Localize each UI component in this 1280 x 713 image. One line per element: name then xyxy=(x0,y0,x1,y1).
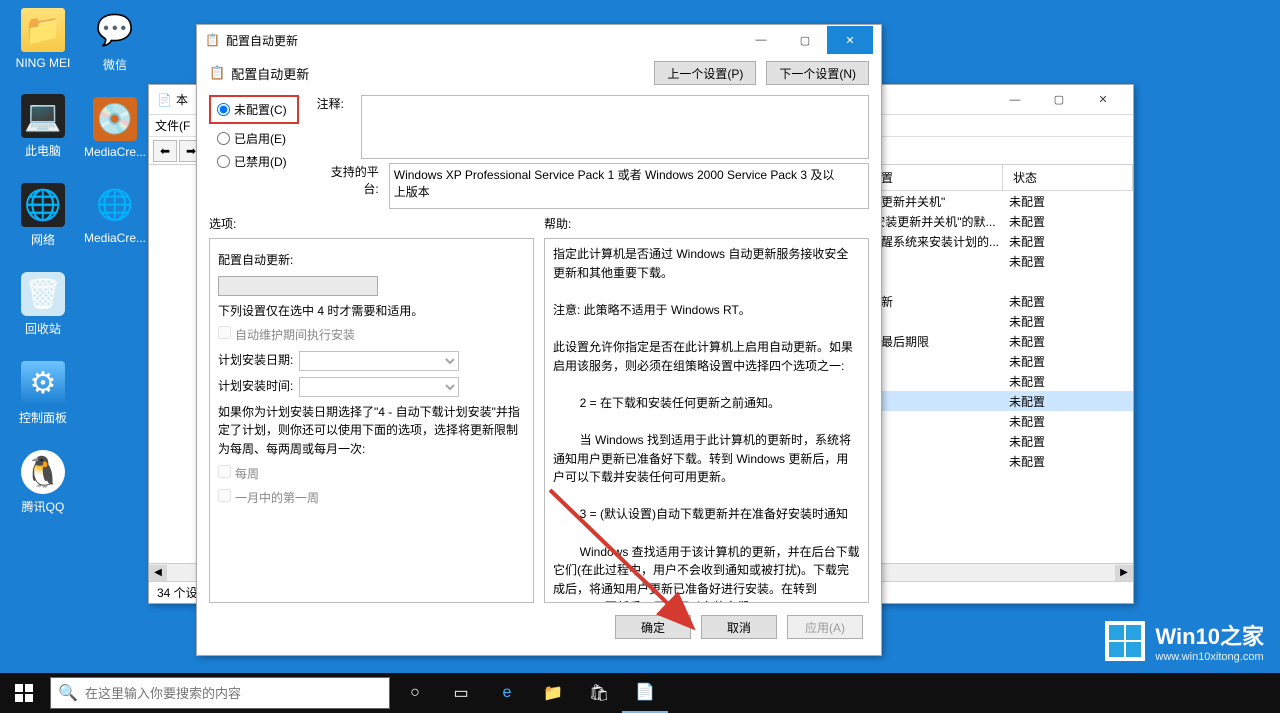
opt-weekly[interactable]: 每周 xyxy=(218,465,525,484)
cortana-button[interactable]: ○ xyxy=(392,673,438,713)
desktop-icon[interactable]: 🐧腾讯QQ xyxy=(8,450,78,515)
list-item[interactable]: 未配置 xyxy=(859,371,1133,391)
start-button[interactable] xyxy=(0,673,48,713)
list-item[interactable]: 未配置 xyxy=(859,351,1133,371)
list-item[interactable]: "安装更新并关机"的默...未配置 xyxy=(859,211,1133,231)
radio-enabled[interactable]: 已启用(E) xyxy=(209,130,299,147)
list-item[interactable]: 未配置 xyxy=(859,391,1133,411)
dialog-maximize[interactable]: ▢ xyxy=(783,26,827,54)
list-item[interactable]: 的最后期限未配置 xyxy=(859,331,1133,351)
opt-paragraph: 如果你为计划安装日期选择了"4 - 自动下载计划安装"并指定了计划，则你还可以使… xyxy=(218,403,525,459)
list-item[interactable]: 未配置 xyxy=(859,411,1133,431)
store-button[interactable]: 🛍 xyxy=(576,673,622,713)
watermark: Win10之家 www.win10xitong.com xyxy=(1105,619,1264,663)
explorer-button[interactable]: 📁 xyxy=(530,673,576,713)
opt-date-select[interactable] xyxy=(299,351,459,371)
dialog-close[interactable]: ✕ xyxy=(827,26,873,54)
platform-text: Windows XP Professional Service Pack 1 或… xyxy=(389,163,869,209)
opt-time-label: 计划安装时间: xyxy=(218,377,293,396)
list-item[interactable]: 更新未配置 xyxy=(859,291,1133,311)
opt-config-label: 配置自动更新: xyxy=(218,251,525,270)
help-pane: 指定此计算机是否通过 Windows 自动更新服务接收安全更新和其他重要下载。 … xyxy=(544,238,869,603)
comment-field[interactable] xyxy=(361,95,869,159)
desktop-icon[interactable]: 🌐MediaCre... xyxy=(80,183,150,245)
cancel-button[interactable]: 取消 xyxy=(701,615,777,639)
policy-icon: 📋 xyxy=(209,65,225,81)
search-box[interactable]: 🔍 xyxy=(50,677,390,709)
comment-label: 注释: xyxy=(317,95,354,112)
desktop-icon[interactable]: 📁NING MEI xyxy=(8,8,78,70)
list-item[interactable]: 未配置 xyxy=(859,431,1133,451)
platform-label: 支持的平台: xyxy=(317,163,379,197)
options-pane: 配置自动更新: 下列设置仅在选中 4 时才需要和适用。 自动维护期间执行安装 计… xyxy=(209,238,534,603)
opt-firstweek[interactable]: 一月中的第一周 xyxy=(218,489,525,508)
radio-not-configured[interactable]: 未配置(C) xyxy=(217,101,287,118)
dialog-titlebar[interactable]: 📋 配置自动更新 — ▢ ✕ xyxy=(197,25,881,55)
app-button[interactable]: 📄 xyxy=(622,673,668,713)
list-item[interactable] xyxy=(859,271,1133,291)
maximize-button[interactable]: ▢ xyxy=(1037,86,1081,114)
windows-icon xyxy=(1105,621,1145,661)
opt-config-select[interactable] xyxy=(218,276,378,296)
settings-list: 设置 状态 装更新并关机"未配置"安装更新并关机"的默...未配置唤醒系统来安装… xyxy=(859,165,1133,563)
apply-button[interactable]: 应用(A) xyxy=(787,615,863,639)
search-input[interactable] xyxy=(85,686,389,701)
policy-icon: 📋 xyxy=(205,33,220,47)
list-item[interactable]: 未配置 xyxy=(859,311,1133,331)
policy-name: 配置自动更新 xyxy=(231,64,309,83)
minimize-button[interactable]: — xyxy=(993,86,1037,114)
list-item[interactable]: 唤醒系统来安装计划的...未配置 xyxy=(859,231,1133,251)
opt-time-select[interactable] xyxy=(299,377,459,397)
list-item[interactable]: 未配置 xyxy=(859,451,1133,471)
edge-button[interactable]: e xyxy=(484,673,530,713)
options-label: 选项: xyxy=(209,215,534,232)
list-item[interactable]: 动未配置 xyxy=(859,251,1133,271)
help-label: 帮助: xyxy=(544,215,869,232)
prev-setting-button[interactable]: 上一个设置(P) xyxy=(654,61,756,85)
desktop-icon[interactable]: 💻此电脑 xyxy=(8,94,78,159)
taskview-button[interactable]: ▭ xyxy=(438,673,484,713)
desktop-icon[interactable]: 💿MediaCre... xyxy=(80,97,150,159)
next-setting-button[interactable]: 下一个设置(N) xyxy=(766,61,869,85)
highlight-box: 未配置(C) xyxy=(209,95,299,124)
dialog-minimize[interactable]: — xyxy=(739,26,783,54)
dialog-title: 配置自动更新 xyxy=(226,32,298,49)
help-text: 指定此计算机是否通过 Windows 自动更新服务接收安全更新和其他重要下载。 … xyxy=(545,239,868,602)
notepad-icon: 📄 xyxy=(157,93,172,107)
col-state[interactable]: 状态 xyxy=(1003,165,1133,190)
opt-note: 下列设置仅在选中 4 时才需要和适用。 xyxy=(218,302,525,321)
list-item[interactable]: 装更新并关机"未配置 xyxy=(859,191,1133,211)
back-button[interactable]: ⬅ xyxy=(153,140,177,162)
ok-button[interactable]: 确定 xyxy=(615,615,691,639)
desktop-icon[interactable]: 🗑回收站 xyxy=(8,272,78,337)
taskbar: 🔍 ○ ▭ e 📁 🛍 📄 xyxy=(0,673,1280,713)
search-icon: 🔍 xyxy=(51,683,85,703)
close-button[interactable]: ✕ xyxy=(1081,86,1125,114)
policy-dialog: 📋配置自动更新 — ▢ ✕ 📋配置自动更新 上一个设置(P) 下一个设置(N) … xyxy=(196,24,882,656)
desktop-icon[interactable]: 🌐网络 xyxy=(8,183,78,248)
desktop-icon[interactable]: 💬微信 xyxy=(80,8,150,73)
opt-date-label: 计划安装日期: xyxy=(218,351,293,370)
radio-disabled[interactable]: 已禁用(D) xyxy=(209,153,299,170)
gpedit-title: 本 xyxy=(176,91,188,108)
desktop-icon[interactable]: ⚙控制面板 xyxy=(8,361,78,426)
opt-maintain[interactable]: 自动维护期间执行安装 xyxy=(218,326,525,345)
menu-file[interactable]: 文件(F xyxy=(155,117,190,134)
